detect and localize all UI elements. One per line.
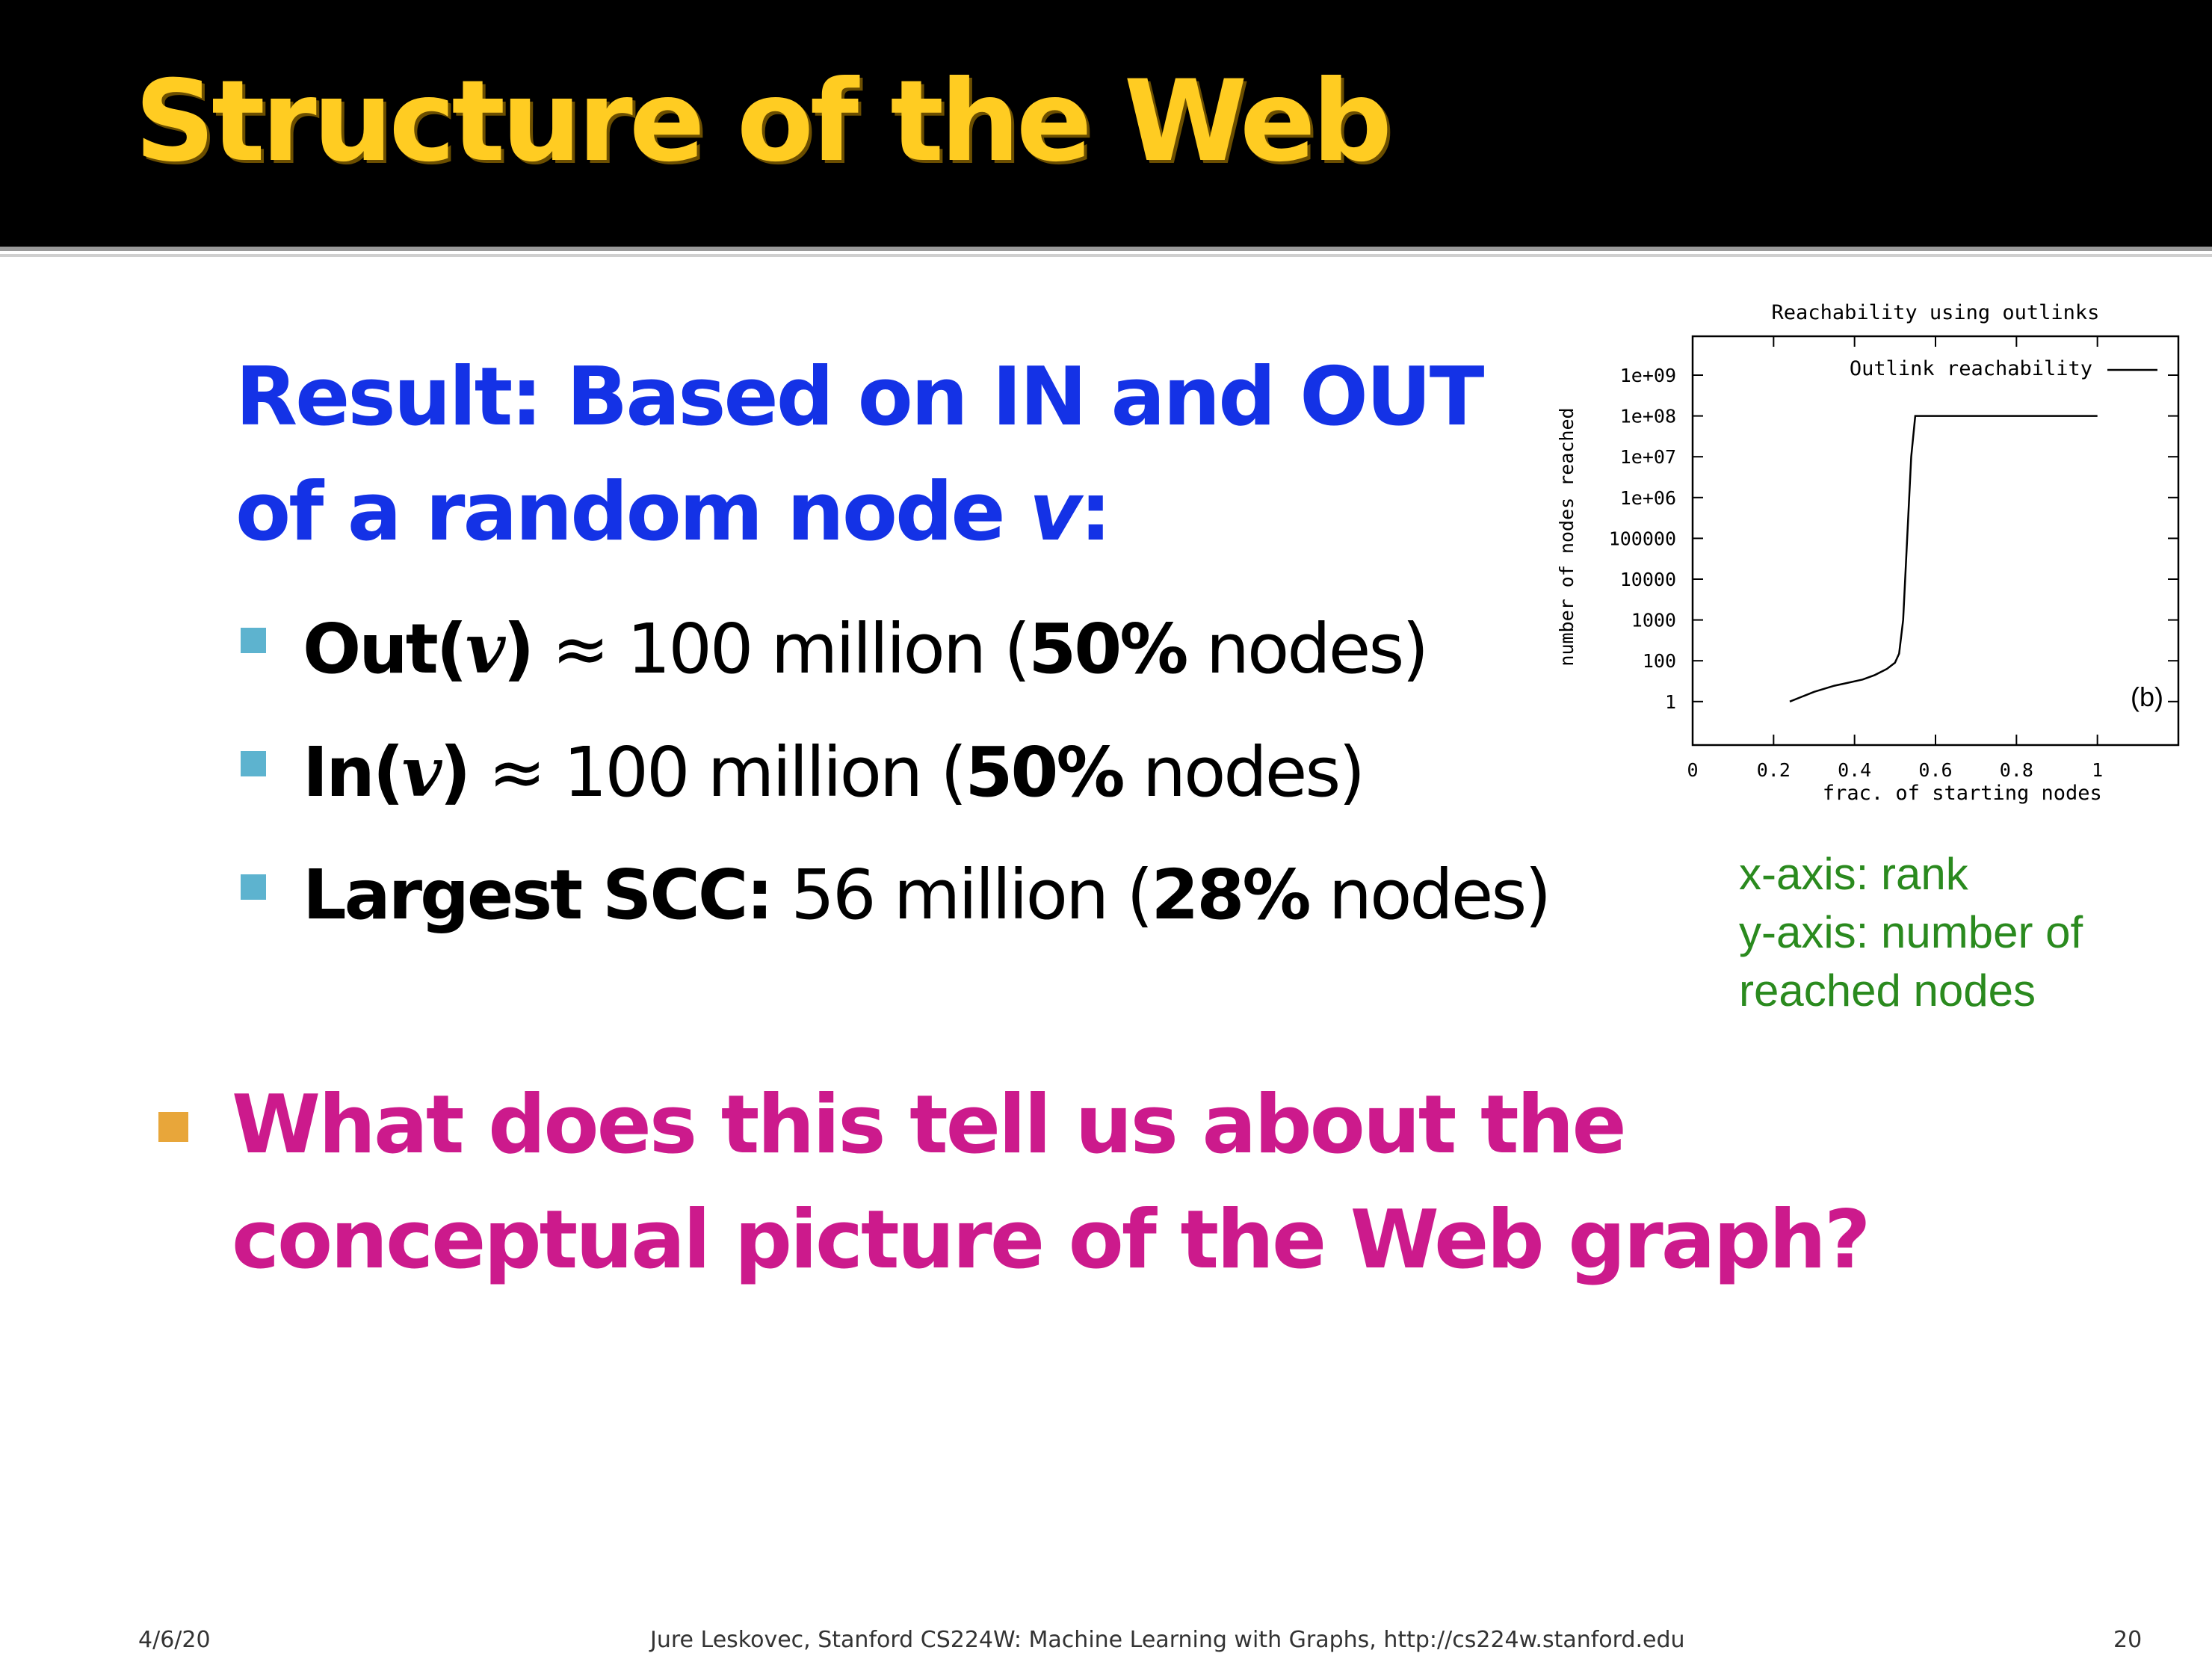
title-divider-light [0, 254, 2212, 257]
question-bullet-marker [158, 1112, 188, 1142]
bullet-tail: nodes) [1186, 609, 1429, 689]
x-tick-label: 1 [2092, 759, 2103, 781]
y-tick-label: 1000 [1631, 610, 1676, 631]
bullet-in-item: In(v) ≈ 100 million (50% nodes) [303, 738, 1365, 807]
title-divider [0, 247, 2212, 251]
axis-note-y: y-axis: number of [1739, 907, 2083, 957]
bullet-marker [241, 751, 266, 776]
bullet-label: In( [303, 732, 404, 812]
series-line-outlink-reachability [1789, 415, 2098, 702]
x-tick-label: 0.6 [1918, 759, 1952, 781]
bullet-percent: 50% [965, 732, 1125, 812]
bullet-variable: v [465, 608, 505, 689]
x-axis-label: frac. of starting nodes [1823, 782, 2102, 805]
question-line2: conceptual picture of the Web graph? [232, 1193, 1871, 1287]
y-tick-label: 1e+08 [1620, 406, 1676, 427]
result-heading-line1: Result: Based on IN and OUT [235, 350, 1484, 444]
bullet-label: Largest SCC: [303, 855, 773, 935]
footer-page-number: 20 [2113, 1627, 2143, 1653]
result-heading-text: of a random node [235, 466, 1030, 559]
x-tick-label: 0 [1687, 759, 1698, 781]
bullet-marker [241, 874, 266, 900]
result-heading-variable: v [1029, 466, 1081, 559]
x-tick-label: 0.4 [1838, 759, 1871, 781]
bullet-variable: v [401, 732, 442, 812]
bullet-percent: 50% [1028, 609, 1188, 689]
y-tick-label: 1e+09 [1620, 365, 1676, 386]
y-tick-label: 100000 [1609, 528, 1676, 549]
x-tick-label: 0.2 [1757, 759, 1791, 781]
bullet-tail: nodes) [1309, 855, 1551, 935]
bullet-label-close: ) [503, 609, 534, 689]
y-tick-label: 1 [1665, 691, 1676, 713]
panel-label: (b) [2131, 682, 2163, 712]
axis-note-y-cont: reached nodes [1739, 966, 2036, 1016]
bullet-value: ≈ 100 million ( [469, 732, 968, 812]
footer-credit: Jure Leskovec, Stanford CS224W: Machine … [650, 1627, 1685, 1653]
y-tick-label: 1e+07 [1620, 446, 1676, 468]
bullet-label: Out( [303, 609, 468, 689]
bullet-percent: 28% [1151, 855, 1311, 935]
x-tick-label: 0.8 [2000, 759, 2033, 781]
slide-title: Structure of the Web [135, 57, 1392, 187]
y-tick-label: 10000 [1620, 569, 1676, 590]
axis-note-x: x-axis: rank [1739, 849, 1968, 899]
result-heading-colon: : [1079, 466, 1112, 559]
footer-date: 4/6/20 [138, 1627, 211, 1653]
result-heading-line2: of a random node v: [235, 472, 1112, 553]
bullet-marker [241, 628, 266, 653]
bullet-label-close: ) [439, 732, 471, 812]
legend-label: Outlink reachability [1850, 357, 2092, 380]
y-tick-label: 100 [1643, 650, 1676, 672]
bullet-out-item: Out(v) ≈ 100 million (50% nodes) [303, 614, 1429, 684]
y-axis-label: number of nodes reached [1556, 407, 1578, 666]
reachability-chart: Reachability using outlinks 1 100 1000 10000… [1556, 301, 2180, 805]
bullet-scc-item: Largest SCC: 56 million (28% nodes) [303, 861, 1551, 930]
chart-title: Reachability using outlinks [1772, 301, 2100, 324]
y-tick-label: 1e+06 [1620, 487, 1676, 509]
bullet-value: ≈ 100 million ( [532, 609, 1031, 689]
plot-frame [1691, 335, 2180, 747]
bullet-value: 56 million ( [771, 855, 1153, 935]
question-line1: What does this tell us about the [232, 1078, 1627, 1172]
bullet-tail: nodes) [1122, 732, 1365, 812]
